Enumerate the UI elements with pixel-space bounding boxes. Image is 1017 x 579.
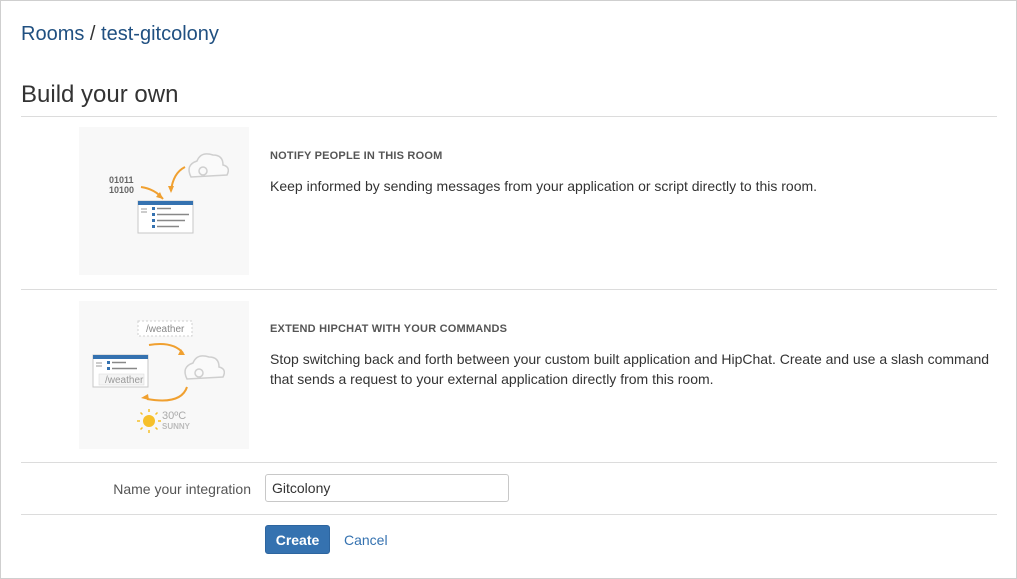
page-frame: Rooms / test-gitcolony Build your own 01… [0,0,1017,579]
divider [21,289,997,290]
cloud-gear-icon [184,355,226,380]
sun-icon [137,409,161,433]
breadcrumb-rooms-link[interactable]: Rooms [21,23,84,45]
extend-illustration: /weather /weather 30ºC SUNNY [79,301,249,449]
weather-condition-text: SUNNY [162,422,191,431]
temperature-text: 30ºC [162,410,186,422]
page-title: Build your own [21,81,179,108]
integration-name-input[interactable] [265,474,509,502]
divider [21,116,997,117]
create-button[interactable]: Create [265,525,330,554]
breadcrumb: Rooms / test-gitcolony [21,23,219,46]
breadcrumb-separator: / [89,23,96,45]
divider [21,462,997,463]
section-desc-notify: Keep informed by sending messages from y… [270,178,818,194]
notify-illustration: 01011 10100 [79,127,249,275]
command-window-text: /weather [105,375,144,386]
section-desc-extend: Stop switching back and forth between yo… [270,351,990,387]
breadcrumb-room-link[interactable]: test-gitcolony [101,23,219,45]
cancel-link[interactable]: Cancel [344,532,388,548]
arrow-icon [140,166,186,200]
binary-text-2: 10100 [109,185,134,195]
integration-name-label: Name your integration [113,481,251,497]
command-top-text: /weather [146,324,185,335]
section-title-notify: NOTIFY PEOPLE IN THIS ROOM [270,150,443,162]
section-title-extend: EXTEND HIPCHAT WITH YOUR COMMANDS [270,323,508,335]
binary-text-1: 01011 [109,175,134,185]
chat-window-icon [137,200,194,234]
cloud-gear-icon [188,153,230,178]
divider [21,514,997,515]
